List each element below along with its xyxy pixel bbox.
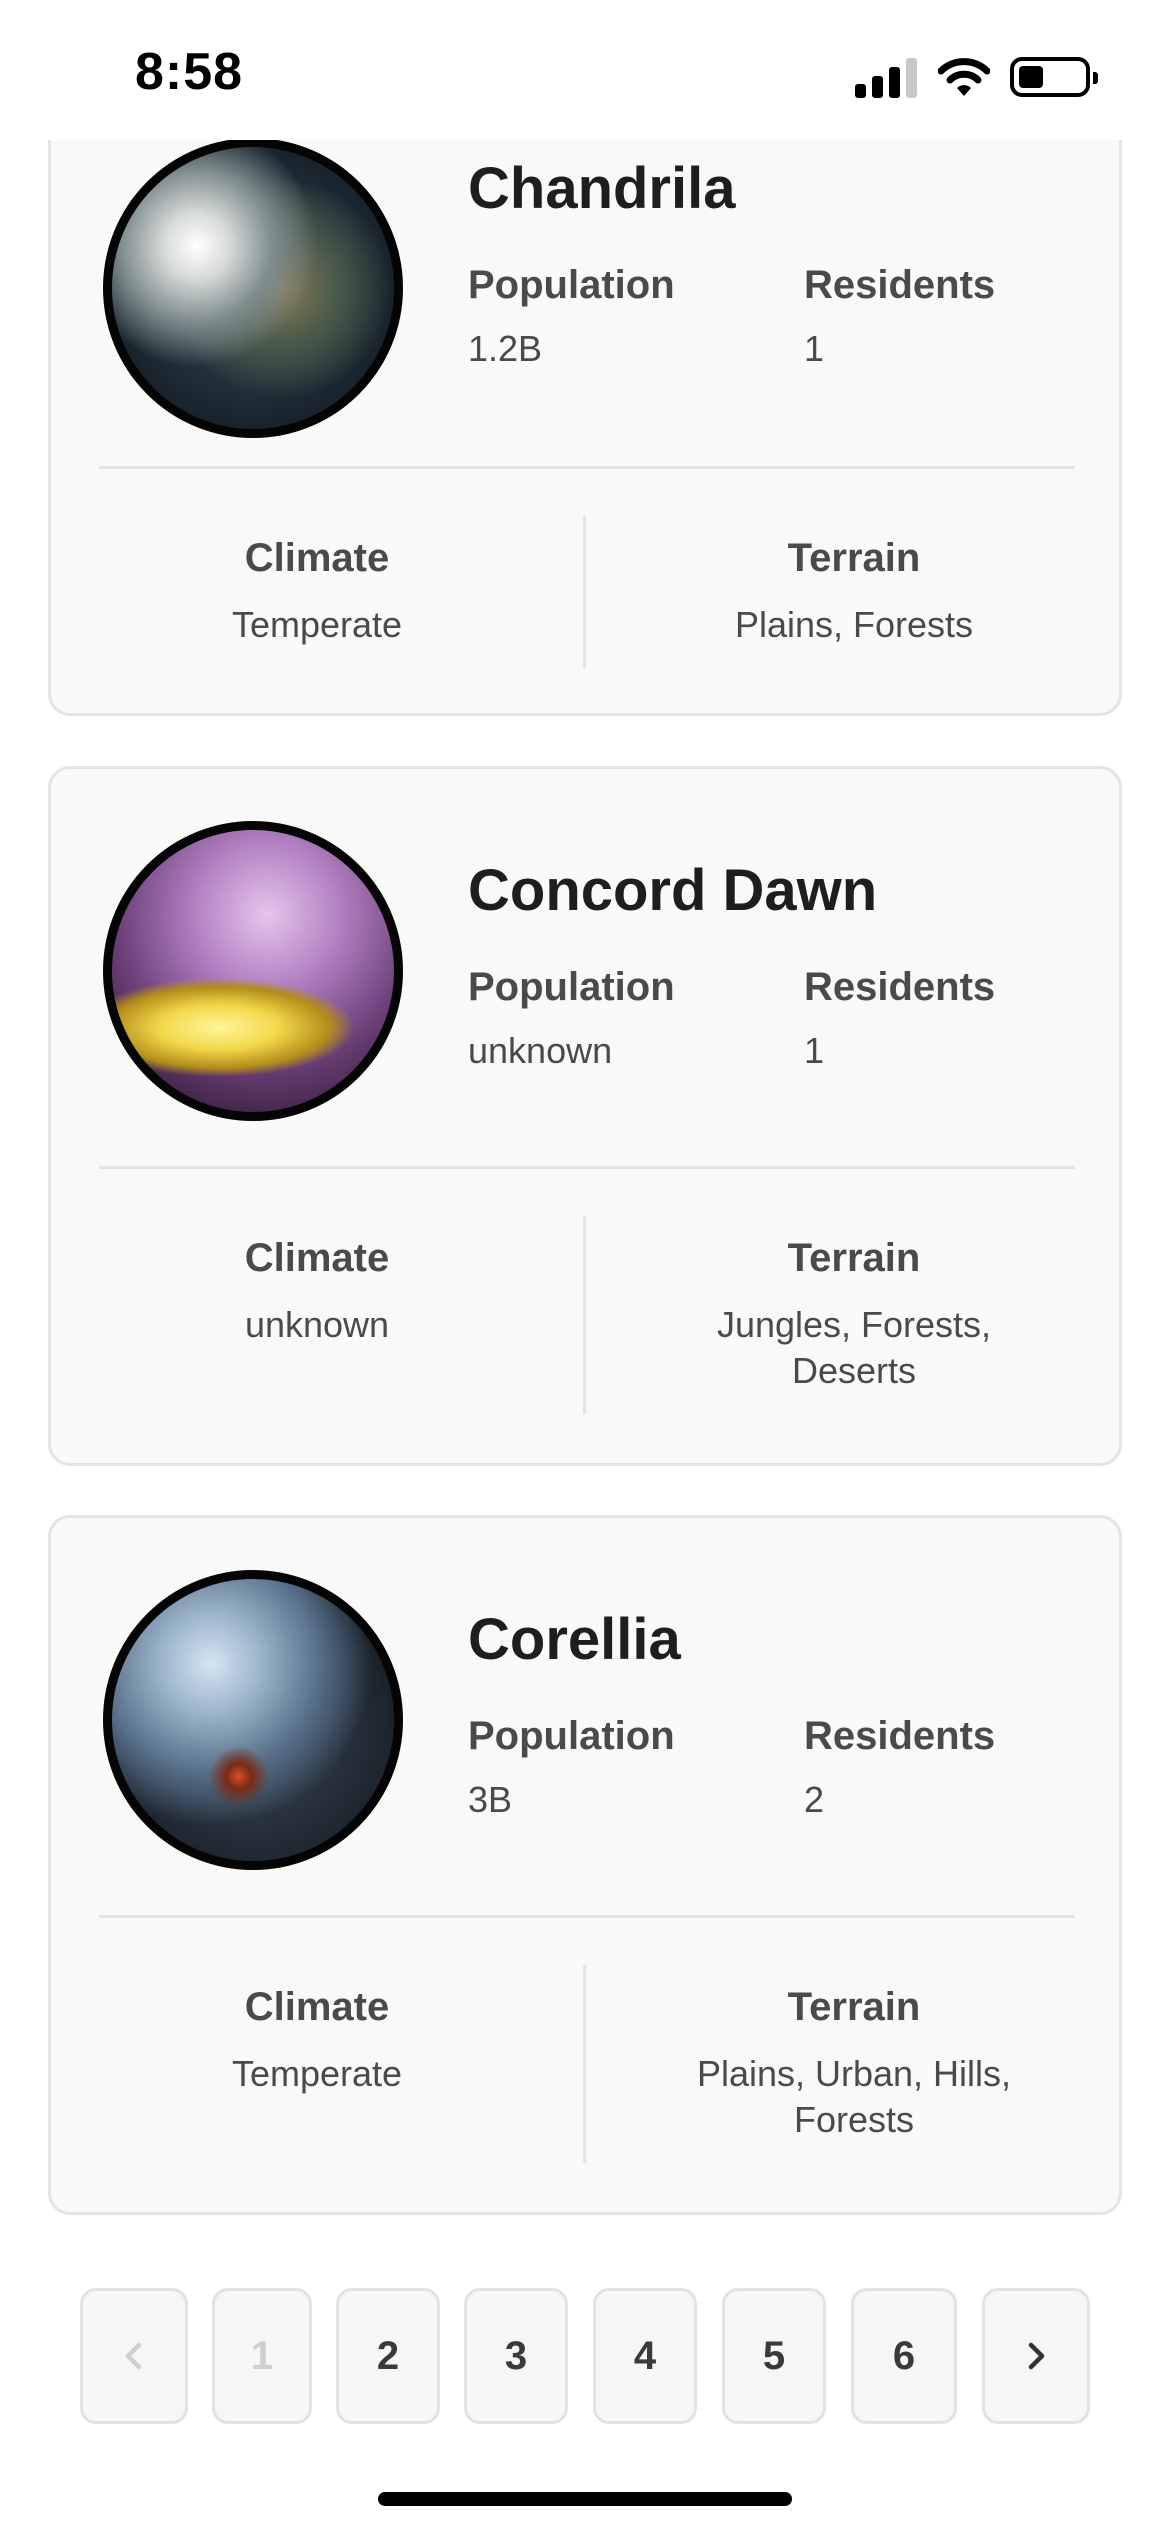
cellular-signal-icon xyxy=(855,58,917,98)
population-label: Population xyxy=(468,965,675,1009)
population-value: 1.2B xyxy=(468,328,543,369)
terrain-label: Terrain xyxy=(787,536,921,580)
card-divider xyxy=(99,1915,1075,1918)
card-divider xyxy=(99,1166,1075,1169)
page-button-4[interactable]: 4 xyxy=(593,2288,697,2424)
terrain-section: Terrain Plains, Forests xyxy=(586,534,1119,648)
planet-name: Concord Dawn xyxy=(468,858,878,923)
population-label: Population xyxy=(468,1714,675,1758)
page-button-5[interactable]: 5 xyxy=(722,2288,826,2424)
terrain-section: Terrain Plains, Urban, Hills, Forests xyxy=(671,1983,1037,2143)
population-value: 3B xyxy=(468,1779,513,1820)
residents-label: Residents xyxy=(804,965,996,1009)
battery-icon xyxy=(1010,57,1098,97)
home-indicator[interactable] xyxy=(378,2492,792,2506)
wifi-icon xyxy=(938,58,990,96)
planet-image xyxy=(103,821,403,1121)
page-button-6[interactable]: 6 xyxy=(851,2288,957,2424)
planet-name: Chandrila xyxy=(468,156,736,221)
climate-label: Climate xyxy=(244,1236,390,1280)
page-button-1[interactable]: 1 xyxy=(212,2288,312,2424)
card-vertical-divider xyxy=(583,1965,586,2163)
terrain-section: Terrain Jungles, Forests, Deserts xyxy=(701,1234,1007,1394)
residents-label: Residents xyxy=(804,263,996,307)
planet-card[interactable]: Chandrila Population Residents 1.2B 1 Cl… xyxy=(48,60,1122,716)
residents-value: 1 xyxy=(804,1030,825,1071)
terrain-value: Jungles, Forests, Deserts xyxy=(716,1304,992,1391)
next-page-button[interactable] xyxy=(982,2288,1090,2424)
terrain-value: Plains, Forests xyxy=(734,604,974,645)
planet-name: Corellia xyxy=(468,1607,681,1672)
residents-value: 2 xyxy=(804,1779,825,1820)
pagination: 1 2 3 4 5 6 xyxy=(0,2288,1170,2424)
previous-page-button[interactable] xyxy=(80,2288,188,2424)
status-time: 8:58 xyxy=(135,43,244,101)
card-vertical-divider xyxy=(583,1216,586,1414)
climate-section: Climate Temperate xyxy=(51,1983,583,2097)
population-label: Population xyxy=(468,263,675,307)
terrain-label: Terrain xyxy=(787,1236,921,1280)
page-button-2[interactable]: 2 xyxy=(336,2288,440,2424)
residents-value: 1 xyxy=(804,328,825,369)
terrain-label: Terrain xyxy=(787,1985,921,2029)
terrain-value: Plains, Urban, Hills, Forests xyxy=(696,2053,1012,2140)
page-button-3[interactable]: 3 xyxy=(464,2288,568,2424)
planet-image xyxy=(103,138,403,438)
climate-label: Climate xyxy=(244,1985,390,2029)
card-divider xyxy=(99,466,1075,469)
residents-label: Residents xyxy=(804,1714,996,1758)
planet-card[interactable]: Corellia Population Residents 3B 2 Clima… xyxy=(48,1515,1122,2215)
status-bar: 8:58 xyxy=(0,0,1170,140)
population-value: unknown xyxy=(468,1030,613,1071)
climate-section: Climate unknown xyxy=(51,1234,583,1348)
chevron-left-icon xyxy=(125,2342,142,2370)
chevron-right-icon xyxy=(1028,2342,1045,2370)
planet-image xyxy=(103,1570,403,1870)
climate-value: Temperate xyxy=(231,2053,403,2094)
climate-section: Climate Temperate xyxy=(51,534,583,648)
climate-value: unknown xyxy=(244,1304,390,1345)
climate-value: Temperate xyxy=(231,604,403,645)
planet-card[interactable]: Concord Dawn Population Residents unknow… xyxy=(48,766,1122,1466)
climate-label: Climate xyxy=(244,536,390,580)
